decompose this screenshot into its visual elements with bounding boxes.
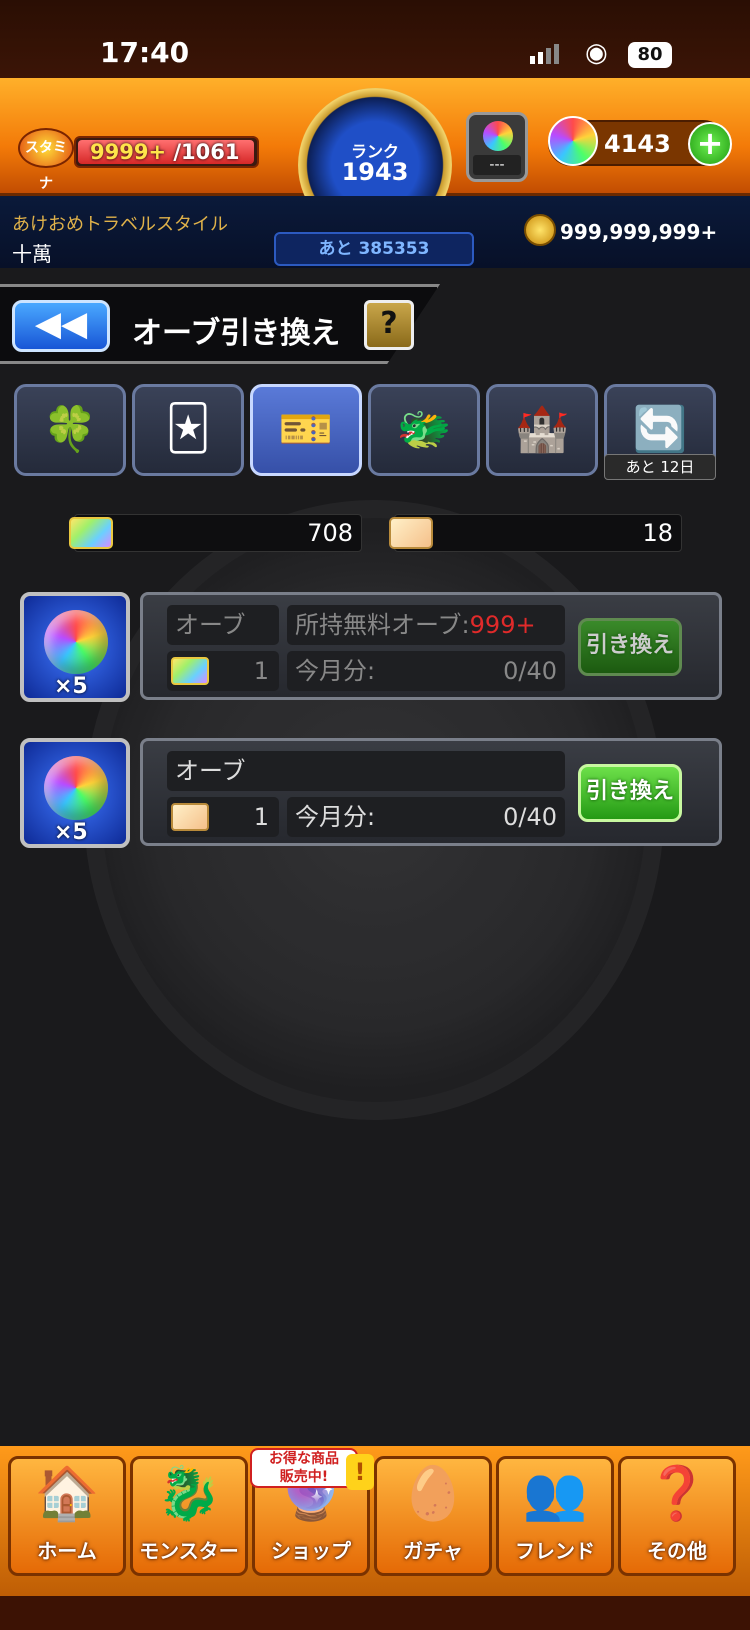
tab-map[interactable]: 🏰 <box>486 384 598 476</box>
egg-icon: 🥚 <box>400 1464 466 1524</box>
nav-label: ホーム <box>37 1539 97 1563</box>
help-button[interactable]: ? <box>364 300 414 350</box>
item-label: オーブ <box>167 605 279 645</box>
wifi-icon: ◉ <box>585 38 608 68</box>
nav-label: その他 <box>647 1539 707 1563</box>
tab-monster[interactable]: 🐲 <box>368 384 480 476</box>
cost-value: 1 <box>253 803 269 831</box>
monster-icon: 🐉 <box>156 1464 222 1524</box>
monster-character-icon: 🐲 <box>396 404 452 455</box>
orb-icon <box>44 756 108 820</box>
item-label: オーブ <box>167 751 565 791</box>
tab-orb-exchange[interactable]: 🎫 <box>250 384 362 476</box>
nav-label: モンスター <box>139 1539 239 1563</box>
tab-timer: あと 12日 <box>604 454 716 480</box>
gold-ticket-icon <box>171 803 209 831</box>
clover-hat-icon: 🍀 <box>42 404 98 455</box>
stamina-current: 9999+ <box>90 140 167 164</box>
card-pack-icon: 🃏 <box>165 403 211 454</box>
nav-label: ショップ <box>271 1539 351 1563</box>
monthly-label: 今月分: <box>295 657 376 685</box>
gold-value: 999,999,999+ <box>560 220 718 244</box>
monthly-cell: 今月分: 0/40 <box>287 651 565 691</box>
stamina-icon: スタミナ <box>18 128 74 192</box>
rainbow-ticket-counter: 708 <box>69 514 362 552</box>
stamina-text: 9999+ /1061 <box>90 140 239 164</box>
nav-label: フレンド <box>515 1539 595 1563</box>
back-arrow-icon: ◀◀ <box>34 304 88 344</box>
nav-gacha[interactable]: 🥚 ガチャ <box>374 1456 492 1576</box>
add-orb-button[interactable]: + <box>688 122 732 166</box>
player-name: 十萬 <box>12 242 52 266</box>
monthly-value: 0/40 <box>503 803 557 831</box>
page-title: オーブ引き換え <box>132 316 341 351</box>
orb-icon <box>548 116 598 166</box>
free-orb-value: 999+ <box>469 611 536 639</box>
counter-value: 708 <box>307 519 353 547</box>
orb-item-icon: ×5 <box>20 738 130 848</box>
exchange-button[interactable]: 引き換え <box>578 618 682 676</box>
monthly-label: 今月分: <box>295 803 376 831</box>
rank-remaining: あと 385353 <box>274 232 474 266</box>
cost-cell: 1 <box>167 797 279 837</box>
gold-ticket-icon <box>389 517 433 549</box>
player-title: あけおめトラベルスタイル <box>12 214 228 235</box>
item-quantity: ×5 <box>54 820 88 845</box>
rainbow-ticket-icon <box>69 517 113 549</box>
gold-coin-icon <box>524 214 556 246</box>
orb-ticket-icon: 🎫 <box>278 404 334 455</box>
orb-icon <box>44 610 108 674</box>
tab-card-pack[interactable]: 🃏 <box>132 384 244 476</box>
home-indicator <box>0 1596 750 1630</box>
question-diamond-icon: ❓ <box>644 1464 710 1524</box>
map-stage-icon: 🏰 <box>514 404 570 455</box>
home-icon: 🏠 <box>34 1464 100 1524</box>
rainbow-ticket-icon <box>171 657 209 685</box>
gold-ticket-counter: 18 <box>389 514 682 552</box>
tab-clover[interactable]: 🍀 <box>14 384 126 476</box>
back-button[interactable]: ◀◀ <box>12 300 110 352</box>
shop-sale-badge: お得な商品 販売中! <box>250 1448 358 1488</box>
alert-icon: ! <box>346 1454 374 1490</box>
nav-label: ガチャ <box>403 1539 463 1563</box>
orb-slot-button[interactable]: --- <box>466 112 528 182</box>
orb-icon <box>483 121 513 151</box>
nav-home[interactable]: 🏠 ホーム <box>8 1456 126 1576</box>
free-orb-cell: 所持無料オーブ:999+ <box>287 605 565 645</box>
item-quantity: ×5 <box>54 674 88 699</box>
rank-value: 1943 <box>341 158 409 186</box>
nav-other[interactable]: ❓ その他 <box>618 1456 736 1576</box>
orb-item-icon: ×5 <box>20 592 130 702</box>
nav-monster[interactable]: 🐉 モンスター <box>130 1456 248 1576</box>
cost-value: 1 <box>253 657 269 685</box>
free-orb-label: 所持無料オーブ: <box>295 611 470 639</box>
orb-transfer-icon: 🔄 <box>632 404 688 455</box>
exchange-button[interactable]: 引き換え <box>578 764 682 822</box>
badge-line-2: 販売中! <box>279 1469 329 1485</box>
signal-icon <box>530 44 562 64</box>
status-time: 17:40 <box>100 36 190 69</box>
nav-friend[interactable]: 👥 フレンド <box>496 1456 614 1576</box>
orb-count: 4143 <box>604 130 671 158</box>
monthly-value: 0/40 <box>503 657 557 685</box>
cost-cell: 1 <box>167 651 279 691</box>
stamina-max: /1061 <box>173 140 240 164</box>
orb-slot-value: --- <box>473 155 521 175</box>
stamina-bar: 9999+ /1061 <box>74 136 259 168</box>
counter-value: 18 <box>642 519 673 547</box>
battery-icon: 80 <box>628 42 672 68</box>
badge-line-1: お得な商品 <box>269 1451 339 1467</box>
friends-icon: 👥 <box>522 1464 588 1524</box>
monthly-cell: 今月分: 0/40 <box>287 797 565 837</box>
